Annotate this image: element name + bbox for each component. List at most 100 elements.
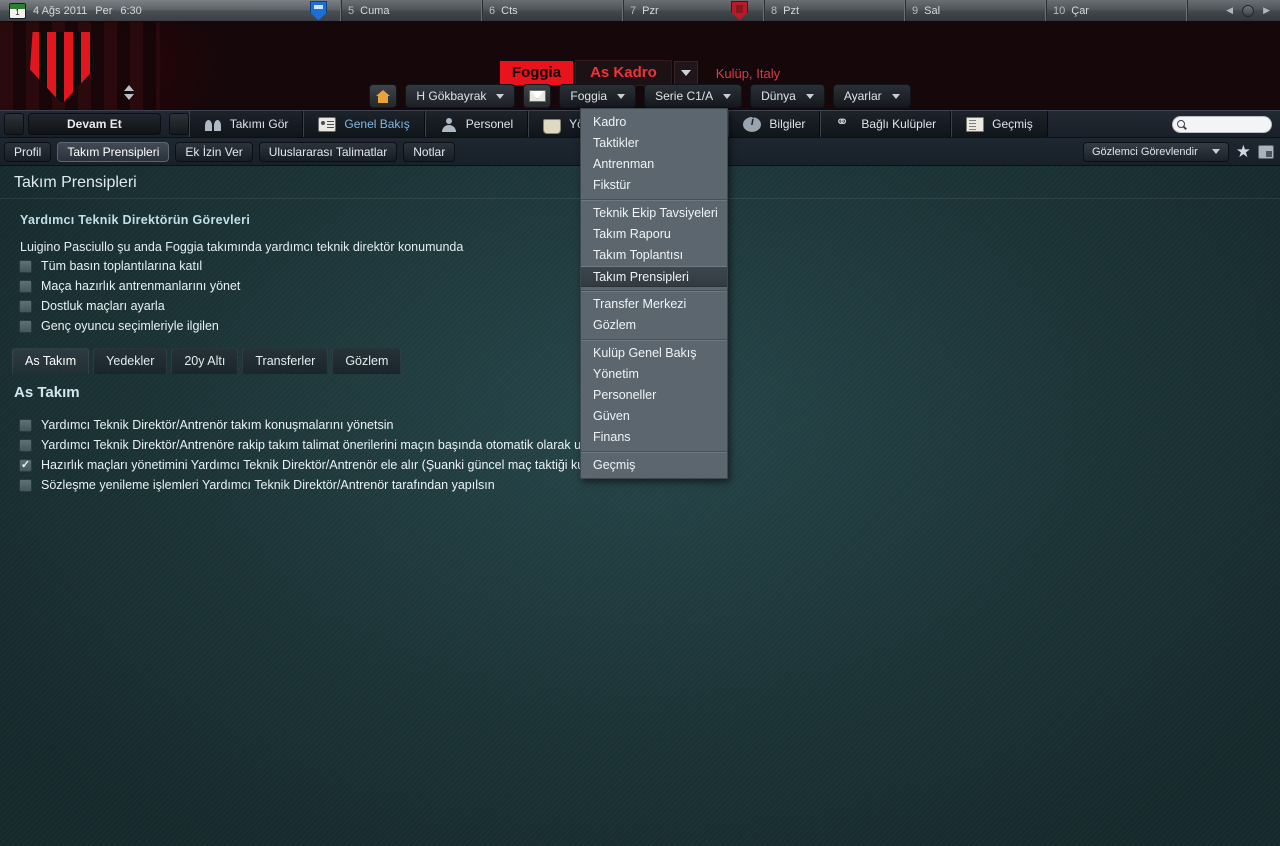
checkbox[interactable] <box>19 458 32 472</box>
world-dropdown[interactable]: Dünya <box>750 84 825 108</box>
sub-tab-uluslararasi-talimatlar[interactable]: Uluslararası Talimatlar <box>258 141 398 162</box>
nav-back-button[interactable] <box>4 113 24 135</box>
menu-item-antrenman[interactable]: Antrenman <box>581 154 727 175</box>
assistant-task-row-0[interactable]: Tüm basın toplantılarına katıl <box>19 259 202 273</box>
calendar-dial-icon[interactable] <box>1242 4 1255 17</box>
assistant-task-row-2[interactable]: Dostluk maçları ayarla <box>19 299 165 313</box>
menu-item-takim-raporu[interactable]: Takım Raporu <box>581 224 727 245</box>
nav-tab-label: Geçmiş <box>992 117 1033 131</box>
search-input[interactable] <box>1172 115 1272 133</box>
main-toolbar: H Gökbayrak Foggia Serie C1/A Dünya Ayar… <box>0 82 1280 110</box>
club-dropdown-label: Foggia <box>570 89 608 103</box>
date-cell-9[interactable]: 9 Sal <box>906 0 1047 21</box>
sub-tab-takim-prensipleri[interactable]: Takım Prensipleri <box>57 141 170 162</box>
chevron-right-icon[interactable]: ▶ <box>1263 5 1270 16</box>
menu-item-takim-prensipleri[interactable]: Takım Prensipleri <box>581 266 727 287</box>
date-cell-5[interactable]: 5 Cuma <box>342 0 483 21</box>
subnav-actions: Gözlemci Görevlendir ★ <box>1082 141 1280 162</box>
person-icon <box>440 117 458 132</box>
assistant-task-label: Maça hazırlık antrenmanlarını yönet <box>41 279 241 293</box>
day-number: 8 <box>771 4 778 17</box>
team-section-title: As Takım <box>14 384 80 401</box>
date-cell-7[interactable]: 7 Pzr <box>624 0 765 21</box>
team-tab-as-takim[interactable]: As Takım <box>12 348 90 374</box>
nav-tab-affiliates[interactable]: Bağlı Kulüpler <box>820 111 952 137</box>
calendar-icon <box>9 2 26 19</box>
team-tab-yedekler[interactable]: Yedekler <box>93 348 168 374</box>
chevron-left-icon[interactable]: ◀ <box>1226 5 1233 16</box>
assistant-task-row-3[interactable]: Genç oyuncu seçimleriyle ilgilen <box>19 319 219 333</box>
menu-item-kadro[interactable]: Kadro <box>581 112 727 133</box>
menu-item-gozlem[interactable]: Gözlem <box>581 315 727 336</box>
menu-item-takim-toplantisi[interactable]: Takım Toplantısı <box>581 245 727 266</box>
assistant-task-label: Genç oyuncu seçimleriyle ilgilen <box>41 319 219 333</box>
checkbox[interactable] <box>19 319 32 333</box>
fixture-shield-icon <box>310 0 327 21</box>
menu-item-fikstur[interactable]: Fikstür <box>581 175 727 196</box>
nav-tab-history[interactable]: Geçmiş <box>951 111 1048 137</box>
team-option-row-1[interactable]: Yardımcı Teknik Direktör/Antrenöre rakip… <box>19 438 611 452</box>
home-button[interactable] <box>369 84 398 108</box>
date-cell-current[interactable]: 4 Ağs 2011 Per 6:30 <box>0 0 342 21</box>
team-option-row-3[interactable]: Sözleşme yenileme işlemleri Yardımcı Tek… <box>19 478 495 492</box>
current-time: 6:30 <box>120 4 142 17</box>
menu-item-gecmis[interactable]: Geçmiş <box>581 455 727 476</box>
manager-dropdown[interactable]: H Gökbayrak <box>405 84 516 108</box>
date-cell-6[interactable]: 6 Cts <box>483 0 624 21</box>
search-icon <box>1177 120 1185 128</box>
club-dropdown[interactable]: Foggia <box>559 84 637 108</box>
menu-item-guven[interactable]: Güven <box>581 406 727 427</box>
day-label: Cts <box>501 4 518 17</box>
menu-item-finans[interactable]: Finans <box>581 427 727 448</box>
menu-item-kulup-genel-bakis[interactable]: Kulüp Genel Bakış <box>581 343 727 364</box>
info-icon <box>743 116 762 132</box>
favourite-star-icon[interactable]: ★ <box>1236 143 1251 160</box>
club-context-menu[interactable]: Kadro Taktikler Antrenman Fikstür Teknik… <box>580 108 728 479</box>
nav-forward-button[interactable] <box>168 113 189 135</box>
menu-item-personeller[interactable]: Personeller <box>581 385 727 406</box>
assistant-task-row-1[interactable]: Maça hazırlık antrenmanlarını yönet <box>19 279 240 293</box>
day-number: 6 <box>489 4 496 17</box>
nav-tab-info[interactable]: Bilgiler <box>728 111 821 137</box>
sub-tab-profil[interactable]: Profil <box>4 141 52 162</box>
nav-tab-overview[interactable]: Genel Bakış <box>303 111 425 137</box>
nav-tab-staff[interactable]: Personel <box>424 111 529 137</box>
checkbox[interactable] <box>19 438 32 452</box>
team-option-label: Hazırlık maçları yönetimini Yardımcı Tek… <box>41 458 641 472</box>
team-option-row-0[interactable]: Yardımcı Teknik Direktör/Antrenör takım … <box>19 418 393 432</box>
checkbox[interactable] <box>19 478 32 492</box>
menu-item-teknik-ekip-tavsiyeleri[interactable]: Teknik Ekip Tavsiyeleri <box>581 203 727 224</box>
world-label: Dünya <box>761 89 796 103</box>
nav-tab-squad[interactable]: Takımı Gör <box>188 111 304 137</box>
date-cell-10[interactable]: 10 Çar <box>1047 0 1188 21</box>
checkbox[interactable] <box>19 299 32 313</box>
menu-item-taktikler[interactable]: Taktikler <box>581 133 727 154</box>
date-nav: ◀ ▶ <box>1216 0 1280 21</box>
menu-separator <box>581 199 727 200</box>
inbox-button[interactable] <box>523 84 552 108</box>
competition-dropdown[interactable]: Serie C1/A <box>644 84 743 108</box>
team-tab-20y-alti[interactable]: 20y Altı <box>171 348 239 374</box>
chevron-down-icon <box>723 93 732 99</box>
team-tab-transferler[interactable]: Transferler <box>242 348 329 374</box>
day-number: 5 <box>348 4 355 17</box>
add-panel-icon[interactable] <box>1258 144 1274 159</box>
checkbox[interactable] <box>19 418 32 432</box>
checkbox[interactable] <box>19 279 32 293</box>
nav-tab-label: Bağlı Kulüpler <box>861 117 937 131</box>
assign-scout-dropdown[interactable]: Gözlemci Görevlendir <box>1082 141 1229 162</box>
sub-tab-notlar[interactable]: Notlar <box>403 141 456 162</box>
team-tab-gozlem[interactable]: Gözlem <box>332 348 402 374</box>
sub-tab-ek-izin-ver[interactable]: Ek İzin Ver <box>175 141 253 162</box>
checkbox[interactable] <box>19 259 32 273</box>
settings-label: Ayarlar <box>843 89 882 103</box>
date-strip: 4 Ağs 2011 Per 6:30 5 Cuma 6 Cts 7 Pzr 8… <box>0 0 1280 22</box>
date-cell-8[interactable]: 8 Pzt <box>765 0 906 21</box>
assistant-task-label: Tüm basın toplantılarına katıl <box>41 259 203 273</box>
settings-dropdown[interactable]: Ayarlar <box>832 84 911 108</box>
continue-button[interactable]: Devam Et <box>28 113 161 135</box>
menu-item-transfer-merkezi[interactable]: Transfer Merkezi <box>581 294 727 315</box>
team-option-row-2[interactable]: Hazırlık maçları yönetimini Yardımcı Tek… <box>19 458 641 472</box>
menu-item-yonetim[interactable]: Yönetim <box>581 364 727 385</box>
page-title: Takım Prensipleri <box>14 174 137 191</box>
